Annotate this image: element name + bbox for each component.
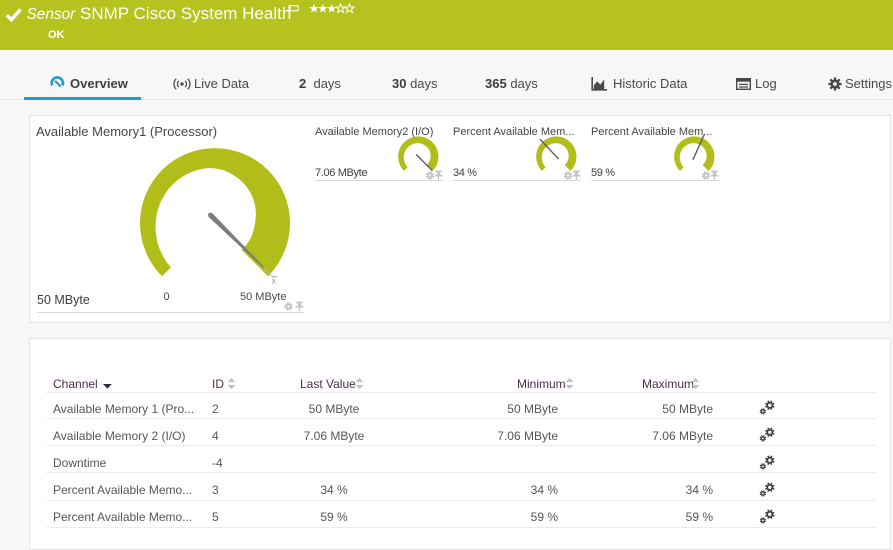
svg-text:x: x: [272, 277, 276, 286]
